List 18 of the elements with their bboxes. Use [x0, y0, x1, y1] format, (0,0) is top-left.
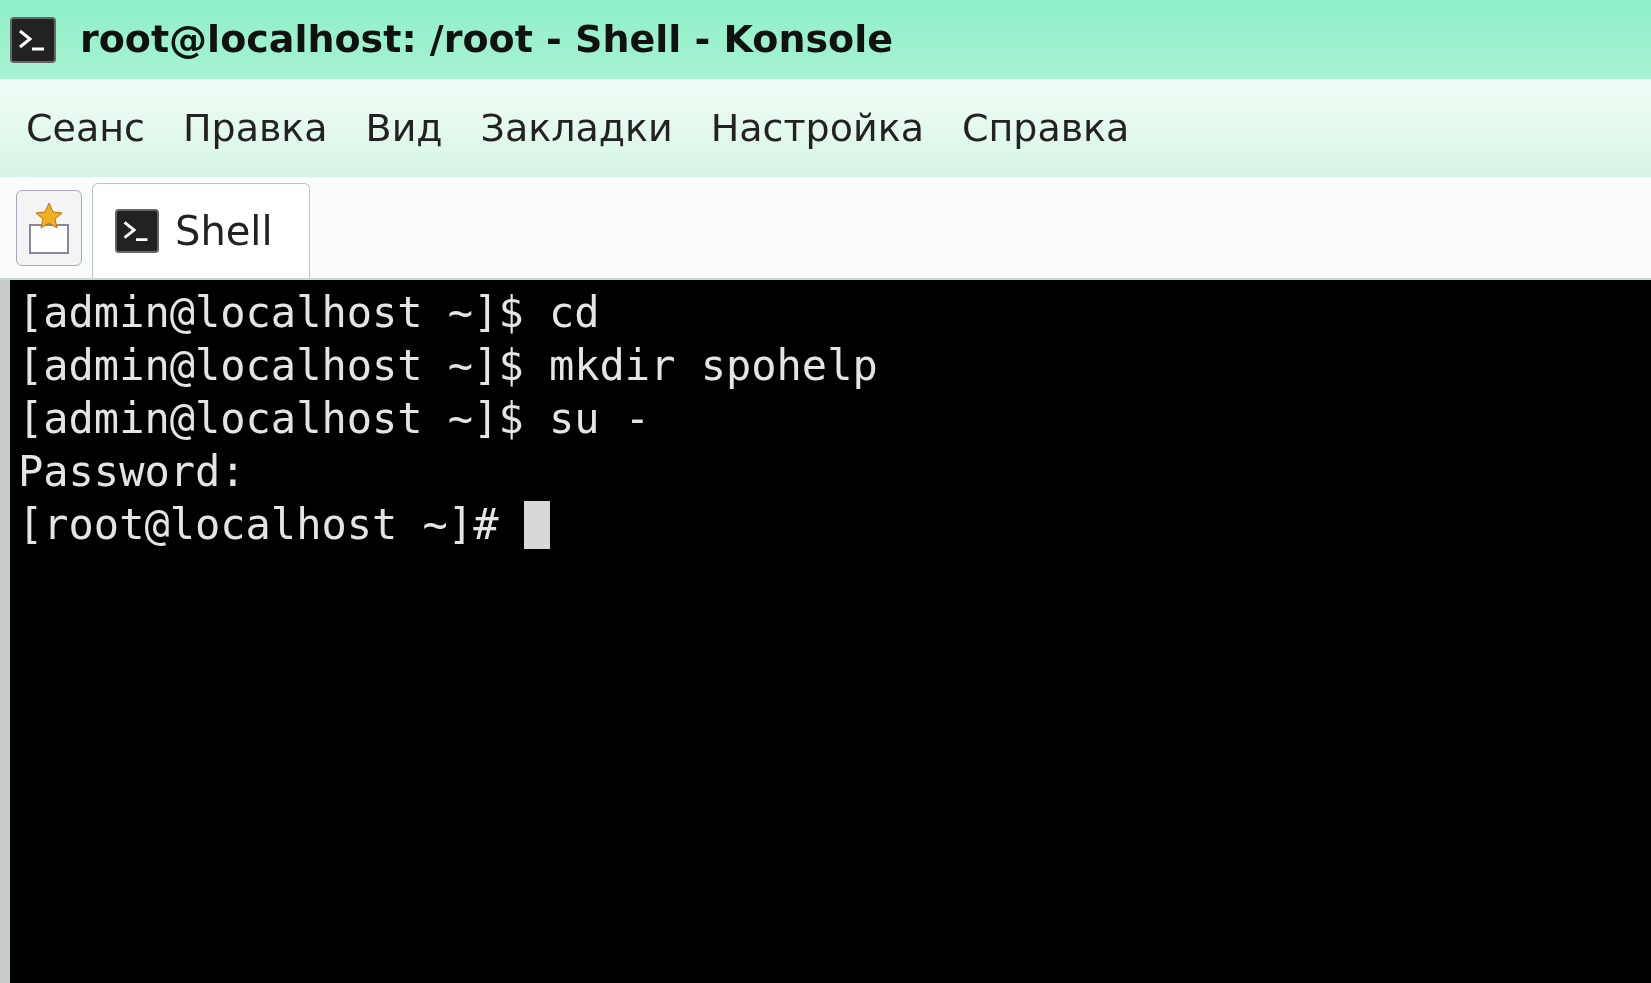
menu-item[interactable]: Вид: [365, 99, 443, 157]
terminal-line: Password:: [18, 446, 246, 498]
terminal-line: [admin@localhost ~]$ cd: [18, 287, 600, 339]
terminal-icon: [10, 16, 56, 63]
terminal-line: [admin@localhost ~]$ mkdir spohelp: [18, 340, 878, 392]
menu-item[interactable]: Сеанс: [26, 99, 145, 157]
text-cursor: [523, 500, 550, 549]
terminal-icon: [115, 209, 159, 253]
terminal-area[interactable]: [admin@localhost ~]$ cd [admin@localhost ~]$ mkdir spohelp [admin@localhost ~]$ su - Password: [root@localhost ~]#: [0, 280, 1651, 983]
terminal-line: [admin@localhost ~]$ su -: [18, 393, 651, 445]
menu-item[interactable]: Справка: [961, 99, 1130, 157]
menu-item[interactable]: Закладки: [480, 99, 673, 157]
terminal-line: [root@localhost ~]#: [18, 499, 500, 551]
window-title: root@localhost: /root - Shell - Konsole: [80, 16, 893, 63]
tab[interactable]: Shell: [92, 183, 310, 278]
menu-item[interactable]: Настройка: [710, 99, 924, 157]
menu-item[interactable]: Правка: [182, 99, 328, 157]
new-tab-button[interactable]: [16, 190, 82, 266]
